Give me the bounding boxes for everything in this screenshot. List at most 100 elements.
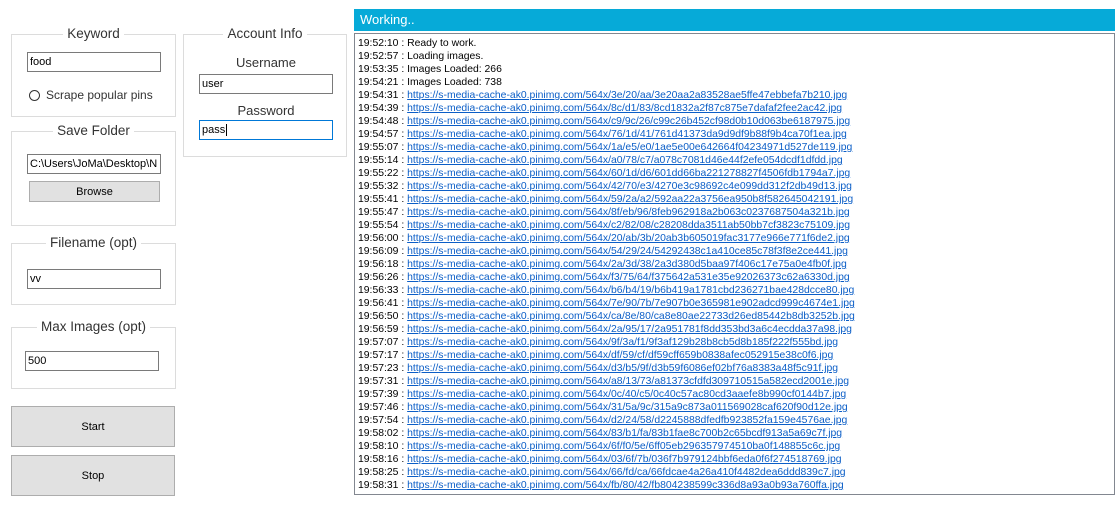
log-line: 19:56:33 : https://s-media-cache-ak0.pin… (355, 284, 1114, 297)
log-separator: : (398, 90, 408, 101)
log-url-link[interactable]: https://s-media-cache-ak0.pinimg.com/564… (407, 428, 842, 439)
keyword-group-title: Keyword (63, 26, 124, 41)
log-url-link[interactable]: https://s-media-cache-ak0.pinimg.com/564… (407, 259, 847, 270)
log-time: 19:57:31 (358, 376, 399, 387)
log-separator: : (398, 389, 408, 400)
log-line: 19:56:00 : https://s-media-cache-ak0.pin… (355, 232, 1114, 245)
log-separator: : (398, 454, 408, 465)
password-label: Password (237, 103, 295, 118)
log-url-link[interactable]: https://s-media-cache-ak0.pinimg.com/564… (407, 467, 845, 478)
log-url-link[interactable]: https://s-media-cache-ak0.pinimg.com/564… (407, 90, 847, 101)
log-url-link[interactable]: https://s-media-cache-ak0.pinimg.com/564… (407, 272, 850, 283)
log-separator: : (398, 129, 408, 140)
log-time: 19:57:39 (358, 389, 399, 400)
save-folder-title: Save Folder (53, 123, 134, 138)
log-separator: : (398, 155, 408, 166)
log-url-link[interactable]: https://s-media-cache-ak0.pinimg.com/564… (407, 415, 847, 426)
log-url-link[interactable]: https://s-media-cache-ak0.pinimg.com/564… (407, 233, 850, 244)
log-url-link[interactable]: https://s-media-cache-ak0.pinimg.com/564… (407, 441, 840, 452)
log-url-link[interactable]: https://s-media-cache-ak0.pinimg.com/564… (407, 402, 848, 413)
scrape-popular-radio[interactable] (29, 90, 40, 101)
log-separator: : (398, 116, 408, 127)
log-time: 19:54:31 (358, 90, 399, 101)
log-separator: : (398, 181, 408, 192)
status-text: Working.. (360, 12, 415, 27)
log-separator: : (398, 402, 408, 413)
browse-button[interactable]: Browse (29, 181, 160, 202)
log-url-link[interactable]: https://s-media-cache-ak0.pinimg.com/564… (407, 116, 850, 127)
log-time: 19:55:32 (358, 181, 399, 192)
scrape-popular-label[interactable]: Scrape popular pins (46, 88, 153, 102)
log-separator: : (398, 441, 408, 452)
log-line: 19:57:54 : https://s-media-cache-ak0.pin… (355, 414, 1114, 427)
log-separator: : (398, 194, 408, 205)
log-url-link[interactable]: https://s-media-cache-ak0.pinimg.com/564… (407, 298, 855, 309)
log-line: 19:56:26 : https://s-media-cache-ak0.pin… (355, 271, 1114, 284)
start-button[interactable]: Start (11, 406, 175, 447)
save-folder-input[interactable]: C:\Users\JoMa\Desktop\N (27, 154, 161, 174)
log-url-link[interactable]: https://s-media-cache-ak0.pinimg.com/564… (407, 324, 852, 335)
log-separator: : (398, 415, 408, 426)
log-url-link[interactable]: https://s-media-cache-ak0.pinimg.com/564… (407, 142, 852, 153)
log-url-link[interactable]: https://s-media-cache-ak0.pinimg.com/564… (407, 181, 852, 192)
log-message: Loading images. (407, 51, 484, 62)
log-time: 19:52:57 (358, 51, 399, 62)
log-separator: : (398, 142, 408, 153)
log-time: 19:57:07 (358, 337, 399, 348)
log-separator: : (398, 220, 408, 231)
log-line: 19:55:54 : https://s-media-cache-ak0.pin… (355, 219, 1114, 232)
log-url-link[interactable]: https://s-media-cache-ak0.pinimg.com/564… (407, 155, 843, 166)
log-url-link[interactable]: https://s-media-cache-ak0.pinimg.com/564… (407, 311, 855, 322)
log-time: 19:53:35 (358, 64, 399, 75)
log-url-link[interactable]: https://s-media-cache-ak0.pinimg.com/564… (407, 220, 850, 231)
log-url-link[interactable]: https://s-media-cache-ak0.pinimg.com/564… (407, 194, 853, 205)
password-input[interactable]: pass (199, 120, 333, 140)
log-separator: : (398, 272, 408, 283)
log-url-link[interactable]: https://s-media-cache-ak0.pinimg.com/564… (407, 168, 850, 179)
log-line: 19:52:10 : Ready to work. (355, 37, 1114, 50)
log-url-link[interactable]: https://s-media-cache-ak0.pinimg.com/564… (407, 389, 846, 400)
log-line: 19:57:17 : https://s-media-cache-ak0.pin… (355, 349, 1114, 362)
log-time: 19:56:59 (358, 324, 399, 335)
log-url-link[interactable]: https://s-media-cache-ak0.pinimg.com/564… (407, 285, 854, 296)
log-url-link[interactable]: https://s-media-cache-ak0.pinimg.com/564… (407, 454, 841, 465)
stop-button[interactable]: Stop (11, 455, 175, 496)
log-time: 19:54:57 (358, 129, 399, 140)
status-bar: Working.. (354, 9, 1115, 31)
log-url-link[interactable]: https://s-media-cache-ak0.pinimg.com/564… (407, 337, 838, 348)
log-line: 19:58:02 : https://s-media-cache-ak0.pin… (355, 427, 1114, 440)
log-separator: : (398, 38, 408, 49)
log-time: 19:56:50 (358, 311, 399, 322)
log-message: Images Loaded: 266 (407, 64, 502, 75)
log-separator: : (398, 103, 408, 114)
log-line: 19:54:48 : https://s-media-cache-ak0.pin… (355, 115, 1114, 128)
log-url-link[interactable]: https://s-media-cache-ak0.pinimg.com/564… (407, 350, 833, 361)
log-time: 19:57:17 (358, 350, 399, 361)
log-line: 19:55:14 : https://s-media-cache-ak0.pin… (355, 154, 1114, 167)
log-line: 19:56:09 : https://s-media-cache-ak0.pin… (355, 245, 1114, 258)
log-url-link[interactable]: https://s-media-cache-ak0.pinimg.com/564… (407, 103, 842, 114)
log-url-link[interactable]: https://s-media-cache-ak0.pinimg.com/564… (407, 376, 849, 387)
log-url-link[interactable]: https://s-media-cache-ak0.pinimg.com/564… (407, 480, 844, 491)
username-input[interactable]: user (199, 74, 333, 94)
log-url-link[interactable]: https://s-media-cache-ak0.pinimg.com/564… (407, 246, 848, 257)
log-time: 19:54:39 (358, 103, 399, 114)
log-time: 19:56:26 (358, 272, 399, 283)
filename-title: Filename (opt) (45, 235, 142, 250)
log-time: 19:54:48 (358, 116, 399, 127)
log-line: 19:58:16 : https://s-media-cache-ak0.pin… (355, 453, 1114, 466)
save-folder-group: Save Folder (11, 123, 176, 226)
log-url-link[interactable]: https://s-media-cache-ak0.pinimg.com/564… (407, 207, 850, 218)
log-time: 19:57:54 (358, 415, 399, 426)
log-line: 19:56:59 : https://s-media-cache-ak0.pin… (355, 323, 1114, 336)
log-line: 19:57:07 : https://s-media-cache-ak0.pin… (355, 336, 1114, 349)
log-textbox[interactable]: 19:52:10 : Ready to work. 19:52:57 : Load… (354, 33, 1115, 495)
keyword-input[interactable]: food (27, 52, 161, 72)
account-info-title: Account Info (223, 26, 307, 41)
log-separator: : (398, 285, 408, 296)
log-line: 19:55:07 : https://s-media-cache-ak0.pin… (355, 141, 1114, 154)
filename-input[interactable]: vv (27, 269, 161, 289)
log-url-link[interactable]: https://s-media-cache-ak0.pinimg.com/564… (407, 129, 847, 140)
log-url-link[interactable]: https://s-media-cache-ak0.pinimg.com/564… (407, 363, 838, 374)
max-images-input[interactable]: 500 (25, 351, 159, 371)
